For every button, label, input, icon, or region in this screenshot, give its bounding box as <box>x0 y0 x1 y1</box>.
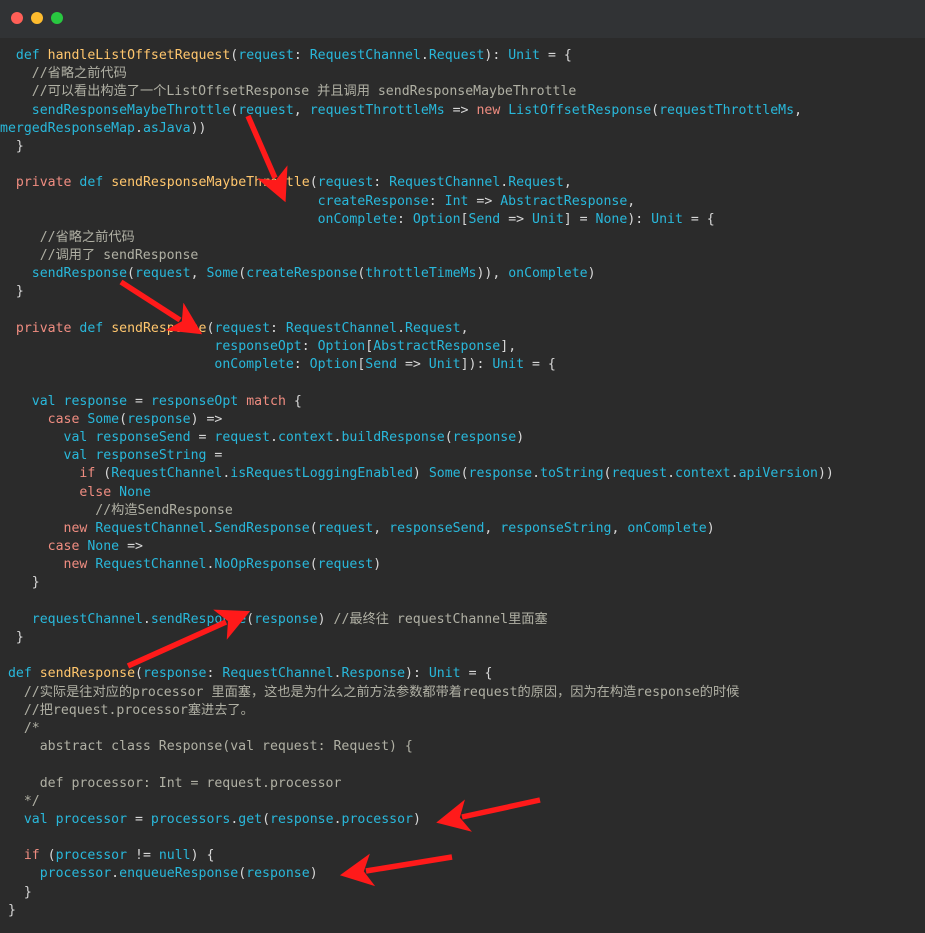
code-line: } <box>0 902 16 918</box>
code-line: private def sendResponse(request: Reques… <box>15 320 469 336</box>
code-line: //省略之前代码 <box>31 66 127 82</box>
code-line: requestChannel.sendResponse(response) //… <box>31 611 548 627</box>
code-line: } <box>0 138 24 154</box>
code-line: responseOpt: Option[AbstractResponse], <box>214 339 517 354</box>
code-line: def sendResponse(response: RequestChanne… <box>7 666 493 682</box>
code-line: else None <box>79 484 151 500</box>
code-line: } <box>0 884 32 900</box>
window-minimize-button[interactable] <box>31 12 43 24</box>
window-titlebar[interactable] <box>0 0 925 38</box>
code-line: val processor = processors.get(response.… <box>23 811 421 827</box>
code-line: if (RequestChannel.isRequestLoggingEnabl… <box>79 466 834 482</box>
code-editor-window: def handleListOffsetRequest(request: Req… <box>0 0 925 933</box>
code-line: def handleListOffsetRequest(request: Req… <box>15 48 572 63</box>
code-line: val responseString = <box>63 448 223 464</box>
code-line: /* <box>0 720 40 736</box>
code-line: */ <box>0 793 40 809</box>
code-line: } <box>0 575 40 591</box>
code-line: //调用了 sendResponse <box>39 248 199 264</box>
code-line: } <box>0 284 24 300</box>
code-line: //构造SendResponse <box>95 502 233 518</box>
code-line: if (processor != null) { <box>23 848 215 864</box>
code-line: createResponse: Int => AbstractResponse, <box>317 193 636 209</box>
code-line: processor.enqueueResponse(response) <box>39 866 318 882</box>
code-line: private def sendResponseMaybeThrottle(re… <box>15 175 572 191</box>
code-line: def processor: Int = request.processor <box>0 775 342 791</box>
code-line: val response = responseOpt match { <box>31 393 302 409</box>
code-line: new RequestChannel.SendResponse(request,… <box>63 520 715 536</box>
code-line: } <box>0 630 24 645</box>
code-line: sendResponseMaybeThrottle(request, reque… <box>31 102 803 118</box>
code-line: new RequestChannel.NoOpResponse(request) <box>63 557 382 573</box>
code-line: //可以看出构造了一个ListOffsetResponse 并且调用 sendR… <box>31 84 577 100</box>
code-line: abstract class Response(val request: Req… <box>0 739 413 755</box>
code-line: //实际是往对应的processor 里面塞，这也是为什么之前方法参数都带着re… <box>23 684 740 700</box>
code-line: mergedResponseMap.asJava)) <box>0 120 207 136</box>
code-line: //省略之前代码 <box>39 229 135 245</box>
code-line: onComplete: Option[Send => Unit] = None)… <box>317 211 715 227</box>
window-close-button[interactable] <box>11 12 23 24</box>
code-line: onComplete: Option[Send => Unit]): Unit … <box>214 357 556 373</box>
code-line: //把request.processor塞进去了。 <box>23 702 254 718</box>
code-line: case None => <box>47 539 143 555</box>
code-line: sendResponse(request, Some(createRespons… <box>31 266 596 282</box>
code-line: case Some(response) => <box>47 411 223 427</box>
code-line: val responseSend = request.context.build… <box>63 429 525 445</box>
window-maximize-button[interactable] <box>51 12 63 24</box>
code-content[interactable]: def handleListOffsetRequest(request: Req… <box>0 38 925 933</box>
